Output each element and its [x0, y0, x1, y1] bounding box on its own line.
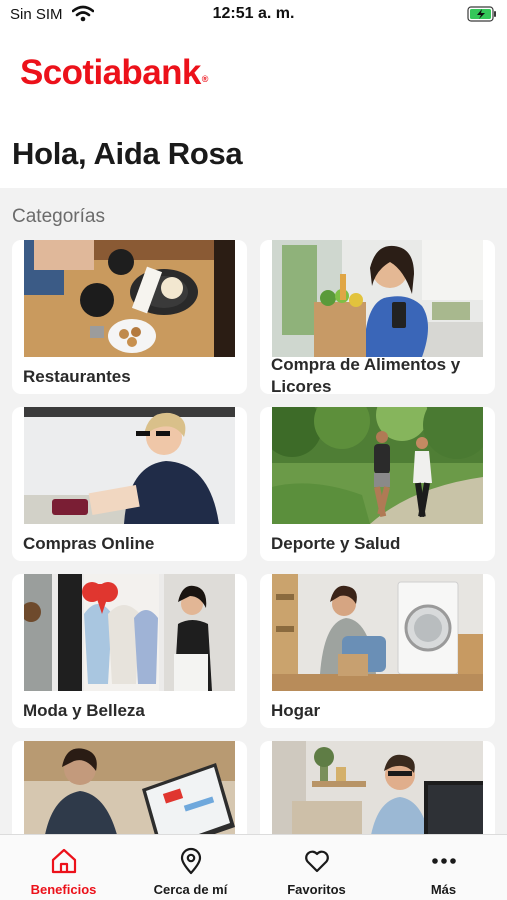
category-image	[24, 240, 235, 357]
category-label: Deporte y Salud	[271, 534, 401, 553]
tab-label: Cerca de mí	[153, 882, 228, 897]
category-label: Moda y Belleza	[23, 701, 145, 720]
category-image	[24, 407, 235, 524]
status-bar: Sin SIM 12:51 a. m.	[0, 0, 507, 32]
category-image	[272, 240, 483, 357]
categories-section: Categorías Restaurantes Compra de Alimen…	[0, 188, 507, 834]
greeting-title: Hola, Aida Rosa	[12, 136, 243, 171]
scotiabank-logo: Scotiabank®	[20, 53, 208, 92]
tab-label: Beneficios	[30, 882, 97, 897]
category-card-alimentos-licores[interactable]: Compra de Alimentos y Licores	[260, 240, 495, 394]
category-card[interactable]	[12, 741, 247, 834]
category-card-compras-online[interactable]: Compras Online	[12, 407, 247, 561]
heart-icon	[304, 850, 329, 873]
category-card[interactable]	[260, 741, 495, 834]
header: Scotiabank® Hola, Aida Rosa	[0, 32, 507, 188]
category-card-deporte-salud[interactable]: Deporte y Salud	[260, 407, 495, 561]
category-image	[272, 741, 483, 834]
tab-mas[interactable]: Más	[380, 835, 507, 900]
category-label: Compras Online	[23, 534, 155, 553]
category-card-moda-belleza[interactable]: Moda y Belleza	[12, 574, 247, 728]
location-pin-icon	[180, 847, 201, 875]
category-label: Restaurantes	[23, 367, 131, 386]
tab-beneficios[interactable]: Beneficios	[0, 835, 127, 900]
category-image	[24, 574, 235, 691]
tab-cerca-de-mi[interactable]: Cerca de mí	[127, 835, 254, 900]
category-image	[272, 574, 483, 691]
tab-favoritos[interactable]: Favoritos	[253, 835, 380, 900]
tab-label: Favoritos	[287, 882, 346, 897]
category-image	[272, 407, 483, 524]
home-icon	[51, 848, 76, 874]
category-label: Hogar	[271, 701, 321, 720]
category-image	[24, 741, 235, 834]
more-dots-icon	[431, 858, 456, 864]
category-card-restaurantes[interactable]: Restaurantes	[12, 240, 247, 394]
category-card-hogar[interactable]: Hogar	[260, 574, 495, 728]
battery-charging-icon	[467, 6, 496, 22]
clock: 12:51 a. m.	[212, 5, 295, 22]
category-label: Compra de Alimentos y Licores	[271, 355, 461, 394]
bottom-tab-bar: Beneficios Cerca de mí Favoritos Más	[0, 834, 507, 900]
section-title: Categorías	[12, 206, 105, 227]
tab-label: Más	[430, 882, 457, 897]
